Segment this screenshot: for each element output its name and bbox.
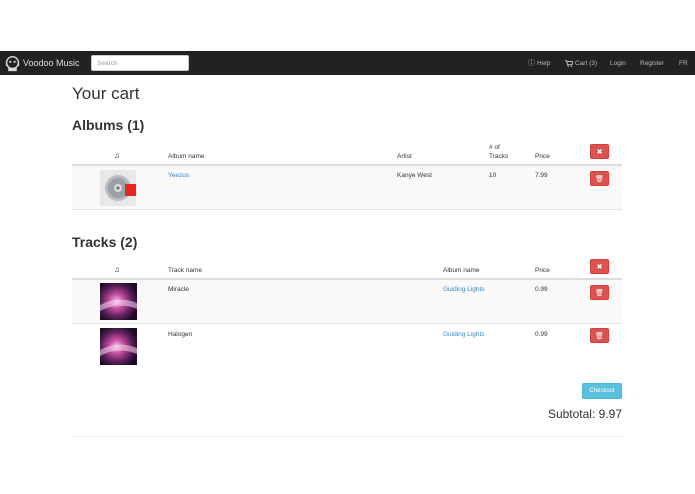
col-price: Price bbox=[535, 153, 550, 160]
trash-icon: 🗑 bbox=[595, 175, 604, 183]
nav-language[interactable]: FR bbox=[679, 51, 688, 75]
nav-help[interactable]: ⓘ Help bbox=[528, 51, 550, 75]
col-tracks: # of Tracks bbox=[489, 144, 509, 160]
voodoo-logo-icon bbox=[5, 55, 20, 71]
album-name-link[interactable]: Yeezus bbox=[168, 172, 189, 179]
checkout-button[interactable]: Checkout bbox=[582, 383, 622, 399]
info-circle-icon: ⓘ bbox=[528, 60, 535, 67]
remove-track-button[interactable]: 🗑 bbox=[590, 328, 609, 343]
track-row: Miracle Guiding Lights 0.99 🗑 bbox=[72, 280, 622, 324]
trash-icon: 🗑 bbox=[595, 289, 604, 297]
nav-help-label: Help bbox=[537, 59, 551, 67]
tracks-table-header: ♫ Track name Album name Price ✖ bbox=[72, 258, 622, 280]
brand-name: Voodoo Music bbox=[23, 58, 80, 68]
col-track-album: Album name bbox=[443, 267, 480, 274]
col-track-name: Track name bbox=[168, 267, 203, 274]
trash-icon: 🗑 bbox=[595, 332, 604, 340]
col-track-price: Price bbox=[535, 267, 550, 274]
albums-table-header: ♫ Album name Artist # of Tracks Price ✖ bbox=[72, 141, 622, 166]
nav-cart[interactable]: Cart (3) bbox=[565, 51, 597, 75]
album-track-count: 10 bbox=[489, 172, 497, 179]
nav-register[interactable]: Register bbox=[640, 51, 664, 75]
music-note-icon: ♫ bbox=[114, 151, 120, 160]
col-album-name: Album name bbox=[168, 153, 205, 160]
tracks-title: Tracks (2) bbox=[72, 234, 138, 250]
albums-title: Albums (1) bbox=[72, 117, 145, 133]
track-name: Miracle bbox=[168, 286, 189, 293]
album-artist: Kanye West bbox=[397, 172, 432, 179]
subtotal: Subtotal: 9.97 bbox=[547, 407, 622, 421]
nav-register-label: Register bbox=[640, 59, 665, 67]
remove-track-button[interactable]: 🗑 bbox=[590, 285, 609, 300]
navbar: Voodoo Music ⓘ Help Cart (3) Login Regis… bbox=[0, 51, 695, 75]
track-cover-halogen bbox=[100, 328, 137, 365]
track-row: Halogen Guiding Lights 0.99 🗑 bbox=[72, 325, 622, 369]
nav-login[interactable]: Login bbox=[610, 51, 626, 75]
times-icon: ✖ bbox=[596, 148, 603, 156]
divider bbox=[72, 436, 622, 437]
nav-language-label: FR bbox=[679, 59, 688, 67]
cart-icon bbox=[565, 59, 573, 67]
track-price: 0.99 bbox=[535, 331, 548, 338]
times-icon: ✖ bbox=[596, 263, 603, 271]
remove-all-albums-button[interactable]: ✖ bbox=[590, 144, 609, 159]
track-album-link[interactable]: Guiding Lights bbox=[443, 286, 485, 293]
track-name: Halogen bbox=[168, 331, 193, 338]
col-artist: Artist bbox=[397, 153, 412, 160]
track-price: 0.99 bbox=[535, 286, 548, 293]
brand-link[interactable]: Voodoo Music bbox=[4, 54, 80, 72]
album-cover-yeezus bbox=[100, 170, 136, 206]
remove-all-tracks-button[interactable]: ✖ bbox=[590, 259, 609, 274]
remove-album-button[interactable]: 🗑 bbox=[590, 171, 609, 186]
album-price: 7.99 bbox=[535, 172, 548, 179]
album-row: Yeezus Kanye West 10 7.99 🗑 bbox=[72, 166, 622, 210]
track-cover-miracle bbox=[100, 283, 137, 320]
nav-login-label: Login bbox=[610, 59, 626, 67]
music-note-icon: ♫ bbox=[114, 265, 120, 274]
search-input[interactable] bbox=[91, 55, 189, 71]
nav-cart-label: Cart (3) bbox=[575, 59, 598, 67]
track-album-link[interactable]: Guiding Lights bbox=[443, 331, 485, 338]
page-title: Your cart bbox=[72, 84, 140, 103]
